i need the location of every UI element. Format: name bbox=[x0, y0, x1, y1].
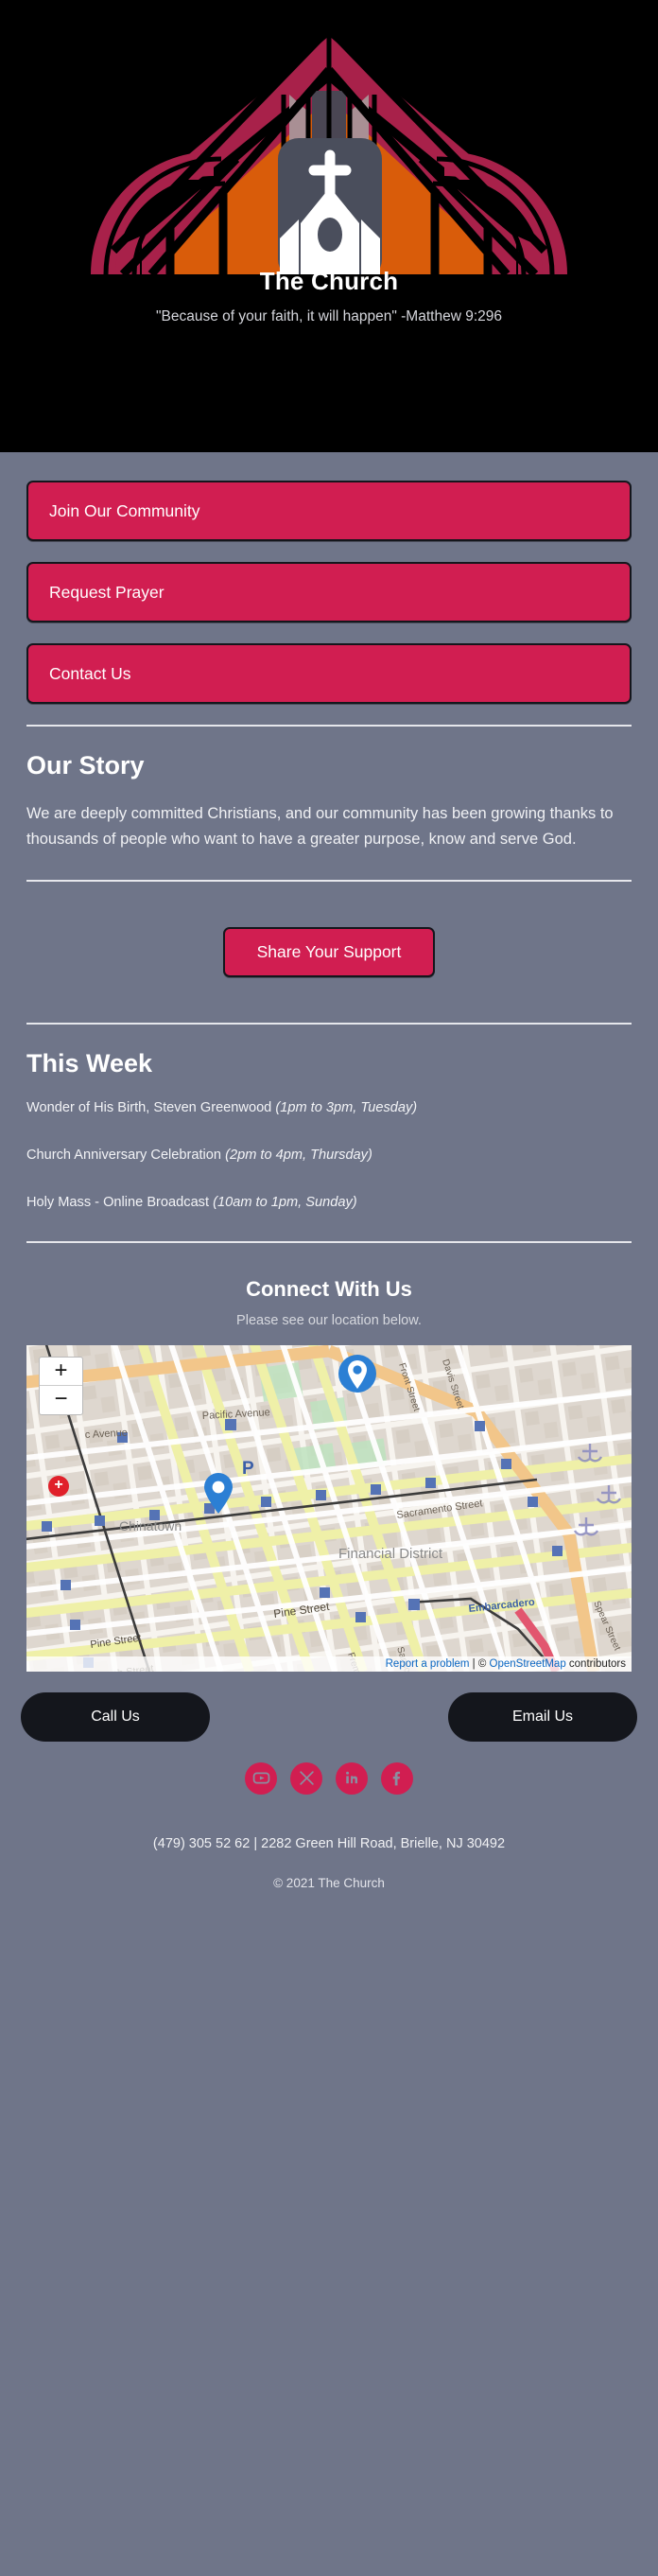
event-item: Holy Mass - Online Broadcast (10am to 1p… bbox=[26, 1194, 632, 1213]
footer-button-group: Call Us Email Us bbox=[0, 1672, 658, 1742]
event-title: Wonder of His Birth, Steven Greenwood bbox=[26, 1100, 272, 1116]
hero-section: The Church "Because of your faith, it wi… bbox=[0, 0, 658, 452]
divider bbox=[26, 880, 632, 883]
youtube-glyph bbox=[252, 1772, 269, 1784]
location-pin-icon bbox=[204, 1472, 233, 1514]
youtube-icon[interactable] bbox=[245, 1761, 277, 1795]
map-label: P bbox=[242, 1459, 254, 1479]
divider bbox=[26, 725, 632, 727]
event-time: (10am to 1pm, Sunday) bbox=[213, 1194, 357, 1210]
map-zoom-controls[interactable]: + − bbox=[39, 1356, 83, 1415]
map-label: Embarcadero bbox=[468, 1596, 535, 1614]
our-story-body: We are deeply committed Christians, and … bbox=[26, 805, 614, 848]
map-label: Chinatown bbox=[119, 1518, 182, 1533]
map-poi-marker[interactable]: + bbox=[48, 1475, 69, 1497]
cta-button-group: Join Our Community Request Prayer Contac… bbox=[26, 452, 632, 704]
divider bbox=[26, 1240, 632, 1243]
location-pin-badge-icon bbox=[338, 1354, 376, 1393]
openstreetmap-link[interactable]: OpenStreetMap bbox=[490, 1658, 566, 1670]
stained-glass-roof-icon bbox=[0, 0, 658, 274]
location-map[interactable]: Pacific Avenue c Avenue Front Street Davis … bbox=[26, 1344, 632, 1672]
main-content: Join Our Community Request Prayer Contac… bbox=[0, 452, 658, 1672]
x-twitter-icon[interactable] bbox=[290, 1761, 322, 1795]
hero-quote: "Because of your faith, it will happen" … bbox=[156, 308, 502, 325]
map-attribution: Report a problem | © OpenStreetMap contr… bbox=[26, 1656, 632, 1672]
map-label: Davis Street bbox=[440, 1358, 465, 1410]
connect-section: Connect With Us Please see our location … bbox=[26, 1277, 632, 1328]
this-week-heading: This Week bbox=[26, 1049, 153, 1078]
facebook-icon[interactable] bbox=[381, 1761, 413, 1795]
our-story-section: Our Story We are deeply committed Christ… bbox=[26, 751, 632, 851]
map-label: Spear Street bbox=[591, 1599, 622, 1652]
this-week-section: This Week Wonder of His Birth, Steven Gr… bbox=[26, 1049, 632, 1212]
event-item: Church Anniversary Celebration (2pm to 4… bbox=[26, 1147, 632, 1165]
call-us-button[interactable]: Call Us bbox=[21, 1691, 210, 1742]
social-links bbox=[0, 1742, 658, 1795]
share-your-support-button[interactable]: Share Your Support bbox=[222, 927, 436, 978]
join-our-community-button[interactable]: Join Our Community bbox=[26, 481, 632, 541]
request-prayer-button[interactable]: Request Prayer bbox=[26, 562, 632, 622]
map-label: Pine Street bbox=[272, 1599, 330, 1620]
map-label: Front Street bbox=[396, 1361, 422, 1412]
our-story-heading: Our Story bbox=[26, 751, 145, 780]
email-us-button[interactable]: Email Us bbox=[448, 1691, 637, 1742]
facebook-glyph bbox=[392, 1771, 400, 1786]
map-zoom-in-button[interactable]: + bbox=[40, 1358, 82, 1386]
contact-us-button[interactable]: Contact Us bbox=[26, 643, 632, 704]
map-labels: Pacific Avenue c Avenue Front Street Davis … bbox=[85, 1358, 623, 1671]
church-landing-page: The Church "Because of your faith, it wi… bbox=[0, 0, 658, 2576]
connect-heading: Connect With Us bbox=[246, 1276, 412, 1301]
linkedin-glyph bbox=[345, 1771, 357, 1784]
map-label: Sacramento Street bbox=[396, 1498, 483, 1521]
x-glyph bbox=[299, 1771, 314, 1785]
footer-section: Call Us Email Us (479) 305 52 62 | 2282 … bbox=[0, 1672, 658, 1890]
page-title: The Church bbox=[259, 267, 399, 295]
divider bbox=[26, 1023, 632, 1025]
linkedin-icon[interactable] bbox=[336, 1761, 368, 1795]
church-building-icon bbox=[278, 138, 382, 274]
contact-info: (479) 305 52 62 | 2282 Green Hill Road, … bbox=[152, 1835, 506, 1851]
event-title: Church Anniversary Celebration bbox=[26, 1148, 222, 1164]
event-time: (1pm to 3pm, Tuesday) bbox=[275, 1100, 418, 1116]
map-label: Pacific Avenue bbox=[202, 1407, 270, 1422]
map-label: Pine Street bbox=[90, 1632, 143, 1650]
map-label: c Avenue bbox=[85, 1427, 129, 1440]
attribution-separator: | © bbox=[469, 1657, 490, 1670]
map-zoom-out-button[interactable]: − bbox=[40, 1386, 82, 1414]
event-title: Holy Mass - Online Broadcast bbox=[26, 1194, 210, 1210]
copyright: © 2021 The Church bbox=[273, 1875, 385, 1890]
map-label: Financial District bbox=[338, 1546, 443, 1562]
event-item: Wonder of His Birth, Steven Greenwood (1… bbox=[26, 1099, 632, 1118]
connect-subheading: Please see our location below. bbox=[236, 1312, 422, 1328]
support-section: Share Your Support bbox=[26, 902, 632, 1002]
hero-text-block: The Church "Because of your faith, it wi… bbox=[0, 267, 658, 326]
report-a-problem-link[interactable]: Report a problem bbox=[386, 1658, 470, 1670]
event-time: (2pm to 4pm, Thursday) bbox=[225, 1148, 372, 1164]
attribution-tail: contributors bbox=[565, 1657, 626, 1670]
